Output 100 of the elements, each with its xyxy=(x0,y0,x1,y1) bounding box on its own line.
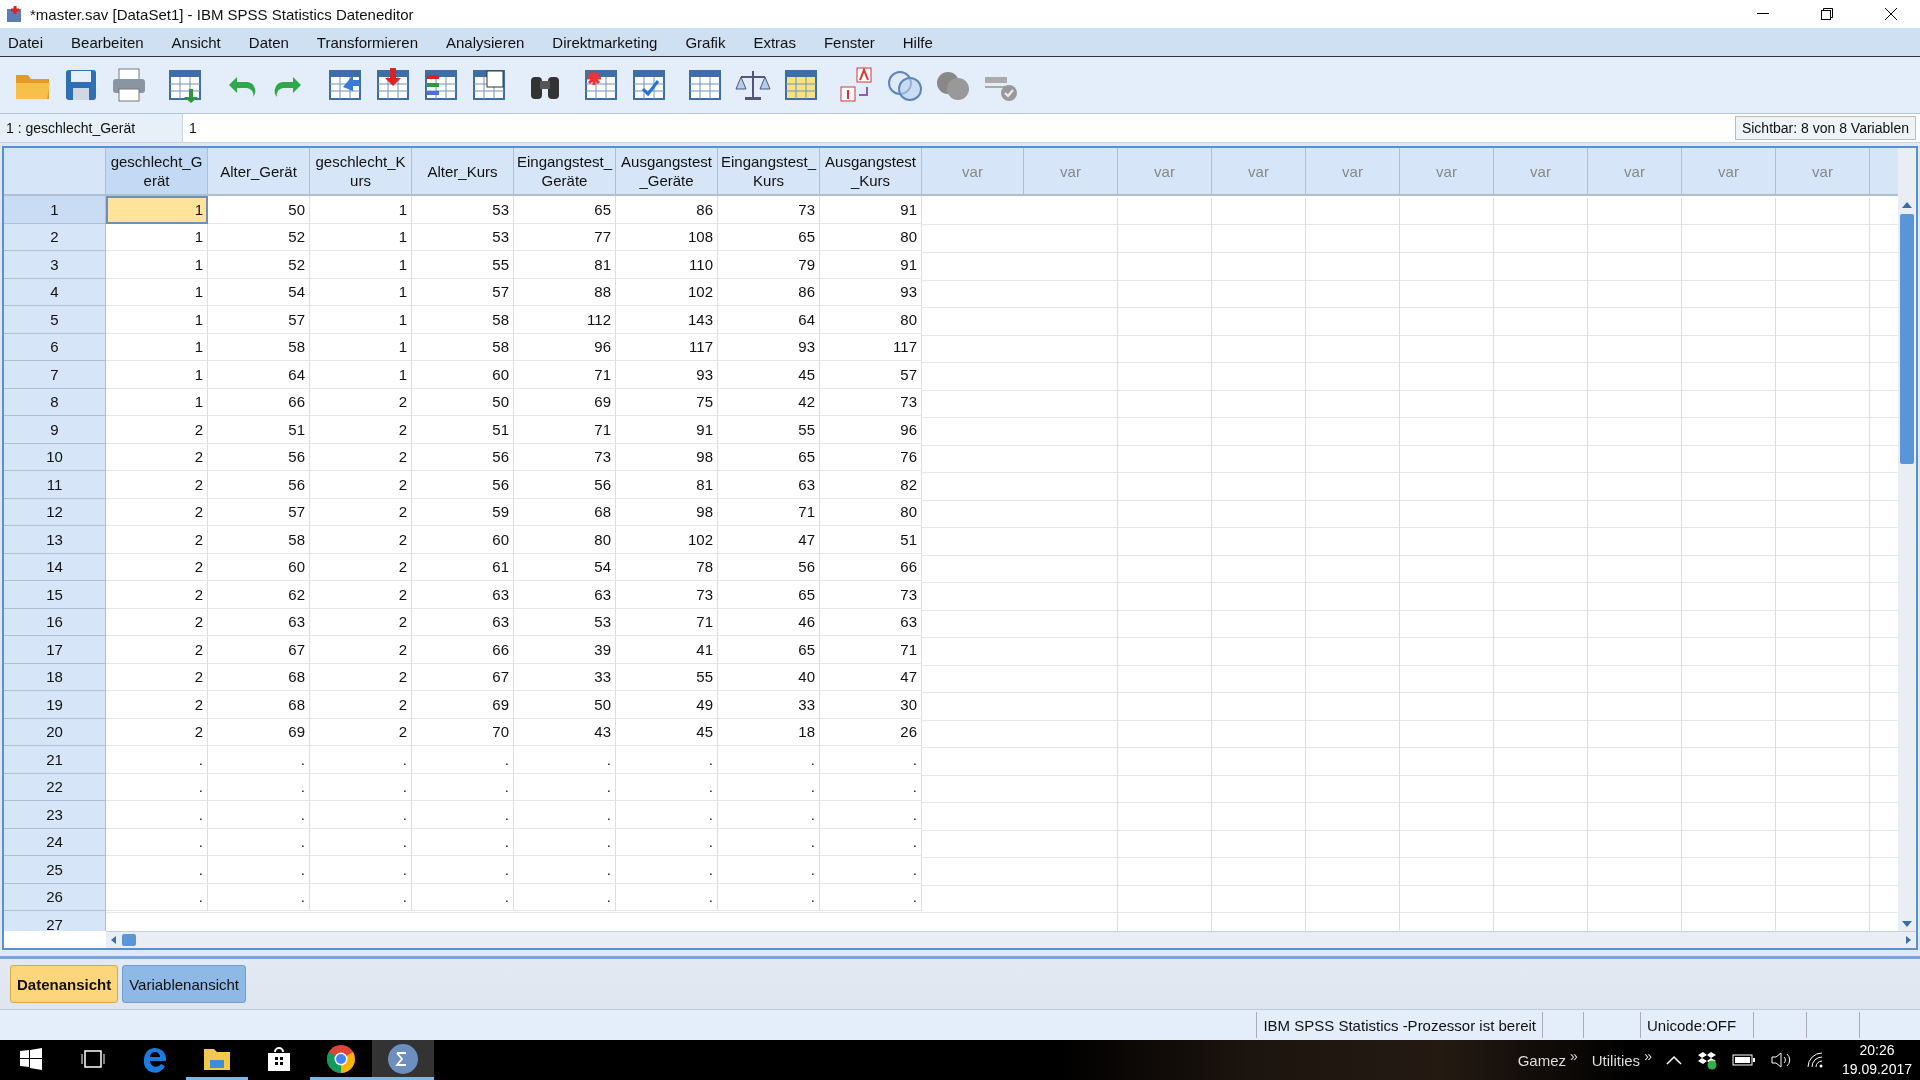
table-cell: 1 xyxy=(310,196,412,224)
table-cell: . xyxy=(106,883,208,911)
table-cell: 77 xyxy=(514,223,616,251)
column-header[interactable]: Ausgangstest_Kurs xyxy=(820,148,922,196)
clock[interactable]: 20:26 19.09.2017 xyxy=(1841,1041,1912,1079)
table-cell: 62 xyxy=(208,581,310,609)
table-cell: 117 xyxy=(616,333,718,361)
toolbar-label[interactable]: Gamez xyxy=(1517,1051,1566,1069)
column-header[interactable]: Alter_Gerät xyxy=(208,148,310,196)
row-header[interactable]: 23 xyxy=(4,801,106,829)
cell-reference: 1 : geschlecht_Gerät xyxy=(0,114,183,142)
table-cell: 65 xyxy=(718,443,820,471)
menu-item[interactable]: Analysieren xyxy=(441,33,549,51)
menu-item[interactable]: Fenster xyxy=(819,33,899,51)
table-cell: 82 xyxy=(820,471,922,499)
row-header[interactable]: 15 xyxy=(4,581,106,609)
table-cell: 117 xyxy=(820,333,922,361)
table-cell: 68 xyxy=(514,498,616,526)
table-cell: . xyxy=(106,828,208,856)
table-cell: 2 xyxy=(106,443,208,471)
table-cell: 70 xyxy=(412,718,514,746)
row-header[interactable]: 4 xyxy=(4,278,106,306)
row-header[interactable]: 7 xyxy=(4,361,106,389)
table-cell: 96 xyxy=(820,416,922,444)
table-cell: 71 xyxy=(514,416,616,444)
menu-item[interactable]: Direktmarketing xyxy=(548,33,682,51)
menu-item[interactable]: Transformieren xyxy=(312,33,442,51)
table-cell: 2 xyxy=(310,443,412,471)
table-cell: . xyxy=(208,883,310,911)
row-header[interactable]: 8 xyxy=(4,388,106,416)
table-cell: 71 xyxy=(820,636,922,664)
table-cell: 2 xyxy=(106,636,208,664)
table-cell: . xyxy=(310,883,412,911)
table-cell: 2 xyxy=(310,636,412,664)
menu-item[interactable]: Ansicht xyxy=(167,33,245,51)
table-cell: 91 xyxy=(616,416,718,444)
table-cell: 42 xyxy=(718,388,820,416)
menu-item[interactable]: Hilfe xyxy=(898,33,957,51)
table-cell: 63 xyxy=(208,608,310,636)
column-header[interactable]: geschlecht_Kurs xyxy=(310,148,412,196)
row-header[interactable]: 2 xyxy=(4,223,106,251)
column-header[interactable]: Ausgangstest_Geräte xyxy=(616,148,718,196)
table-cell: . xyxy=(208,856,310,884)
toolbar-label[interactable]: Utilities xyxy=(1591,1051,1641,1069)
row-header[interactable]: 13 xyxy=(4,526,106,554)
view-tab[interactable]: Datenansicht xyxy=(10,965,119,1003)
row-header[interactable]: 16 xyxy=(4,608,106,636)
row-header[interactable]: 14 xyxy=(4,553,106,581)
table-cell: 52 xyxy=(208,223,310,251)
table-cell: 53 xyxy=(412,196,514,224)
table-cell: 56 xyxy=(412,471,514,499)
menu-item[interactable]: Daten xyxy=(244,33,313,51)
table-cell: 52 xyxy=(208,251,310,279)
column-header[interactable]: geschlecht_Gerät xyxy=(106,148,208,196)
toolbar-chevron[interactable]: » xyxy=(1570,1048,1578,1064)
row-header[interactable]: 25 xyxy=(4,856,106,884)
row-header[interactable]: 27 xyxy=(4,911,106,931)
row-header[interactable]: 3 xyxy=(4,251,106,279)
menu-item[interactable]: Datei xyxy=(4,33,68,51)
table-cell: 81 xyxy=(616,471,718,499)
table-cell: 2 xyxy=(106,498,208,526)
row-header[interactable]: 9 xyxy=(4,416,106,444)
row-header[interactable]: 20 xyxy=(4,718,106,746)
row-header[interactable]: 21 xyxy=(4,746,106,774)
table-cell: 2 xyxy=(106,663,208,691)
cell-value-field[interactable]: 1 xyxy=(183,114,1731,142)
table-cell: 58 xyxy=(208,333,310,361)
row-header[interactable]: 5 xyxy=(4,306,106,334)
row-header[interactable]: 22 xyxy=(4,773,106,801)
row-header[interactable]: 26 xyxy=(4,883,106,911)
menu-item[interactable]: Extras xyxy=(749,33,820,51)
table-cell: 58 xyxy=(412,333,514,361)
table-cell: 55 xyxy=(412,251,514,279)
toolbar-chevron[interactable]: » xyxy=(1644,1048,1652,1064)
table-cell: 2 xyxy=(310,498,412,526)
table-cell: 43 xyxy=(514,718,616,746)
row-header[interactable]: 12 xyxy=(4,498,106,526)
table-cell: 102 xyxy=(616,526,718,554)
row-header[interactable]: 10 xyxy=(4,443,106,471)
menu-item[interactable]: Bearbeiten xyxy=(67,33,168,51)
table-cell: 1 xyxy=(310,333,412,361)
table-cell: . xyxy=(208,828,310,856)
column-header[interactable]: Eingangstest_Kurs xyxy=(718,148,820,196)
column-header[interactable]: Alter_Kurs xyxy=(412,148,514,196)
table-cell: . xyxy=(616,828,718,856)
menu-item[interactable]: Grafik xyxy=(681,33,750,51)
row-header[interactable]: 11 xyxy=(4,471,106,499)
table-cell: 1 xyxy=(106,361,208,389)
row-header[interactable]: 19 xyxy=(4,691,106,719)
column-header[interactable]: Eingangstest_Geräte xyxy=(514,148,616,196)
table-cell: 51 xyxy=(208,416,310,444)
view-tab[interactable]: Variablenansicht xyxy=(122,965,246,1003)
row-header[interactable]: 6 xyxy=(4,333,106,361)
row-header[interactable]: 18 xyxy=(4,663,106,691)
row-header[interactable]: 17 xyxy=(4,636,106,664)
row-header[interactable]: 24 xyxy=(4,828,106,856)
table-cell: 71 xyxy=(718,498,820,526)
table-cell: 63 xyxy=(412,608,514,636)
table-cell: 58 xyxy=(412,306,514,334)
row-header[interactable]: 1 xyxy=(4,196,106,224)
